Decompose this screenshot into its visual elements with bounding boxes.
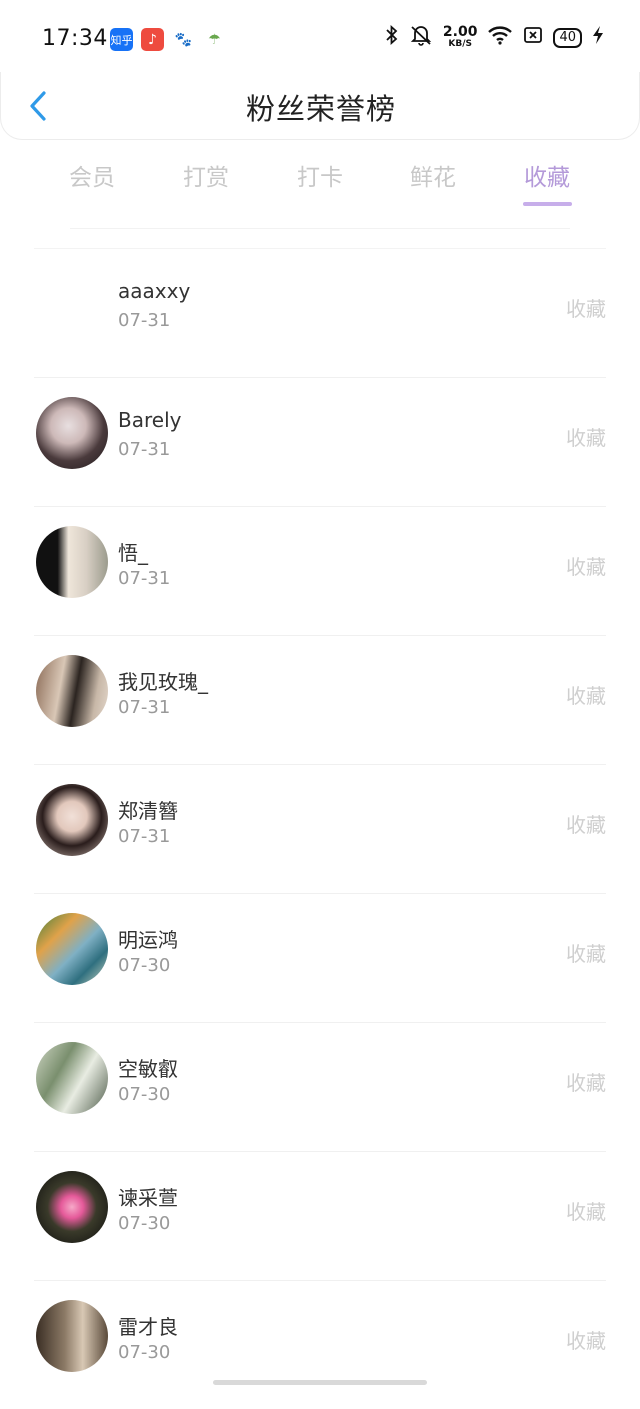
fan-date: 07-30 [118,1213,171,1234]
fan-date: 07-31 [118,697,171,718]
tab-flowers[interactable]: 鲜花 [383,158,483,192]
fan-date: 07-31 [118,439,171,460]
avatar [36,655,108,727]
fan-date: 07-31 [118,826,171,847]
tab-reward[interactable]: 打赏 [156,158,256,192]
list-item[interactable]: aaaxxy 07-31 收藏 [34,248,606,377]
fan-date: 07-31 [118,568,171,589]
favorite-label: 收藏 [566,555,606,579]
avatar [36,397,108,469]
fan-name: Barely [118,408,182,432]
fan-date: 07-31 [118,310,171,331]
fan-name: 雷才良 [118,1315,178,1339]
fan-name: 郑清簪 [118,799,178,823]
net-speed-unit: KB/S [448,38,472,49]
favorite-label: 收藏 [566,813,606,837]
nav-header: 粉丝荣誉榜 [0,72,640,140]
fan-name: 谏采萱 [118,1186,178,1210]
favorite-label: 收藏 [566,1329,606,1353]
net-speed: 2.00 KB/S [442,23,478,50]
fan-date: 07-30 [118,1084,171,1105]
tab-bar: 会员 打赏 打卡 鲜花 收藏 [0,158,640,208]
tab-member[interactable]: 会员 [42,158,142,192]
bluetooth-icon [385,24,399,50]
fan-name: 我见玫瑰_ [118,670,208,694]
fan-name: 明运鸿 [118,928,178,952]
tab-favorites[interactable]: 收藏 [497,158,597,192]
favorite-label: 收藏 [566,297,606,321]
home-indicator[interactable] [213,1380,427,1385]
status-time: 17:34 [42,26,108,51]
list-item[interactable]: 郑清簪 07-31 收藏 [34,764,606,893]
favorite-label: 收藏 [566,1071,606,1095]
no-sim-icon [523,26,543,49]
status-bar: 17:34 知乎 ♪ 🐾 ☂ 2.00 KB/S 40 [0,0,640,78]
favorite-label: 收藏 [566,942,606,966]
list-item[interactable]: 明运鸿 07-30 收藏 [34,893,606,1022]
battery-indicator: 40 [553,27,582,48]
fan-name: 空敏叡 [118,1057,178,1081]
zhihu-icon: 知乎 [110,28,133,51]
net-speed-value: 2.00 [442,23,478,40]
list-item[interactable]: 悟_ 07-31 收藏 [34,506,606,635]
avatar [36,268,108,340]
status-indicators: 2.00 KB/S 40 [385,24,604,51]
music-icon: ♪ [141,28,164,51]
avatar [36,1042,108,1114]
fan-name: 悟_ [118,541,148,565]
tab-checkin[interactable]: 打卡 [270,158,370,192]
fan-list: aaaxxy 07-31 收藏 Barely 07-31 收藏 悟_ 07-31… [0,248,640,1409]
list-item[interactable]: 空敏叡 07-30 收藏 [34,1022,606,1151]
list-item[interactable]: 雷才良 07-30 收藏 [34,1280,606,1409]
list-item[interactable]: Barely 07-31 收藏 [34,377,606,506]
divider [70,228,570,229]
wifi-icon [487,25,513,50]
fan-date: 07-30 [118,955,171,976]
favorite-label: 收藏 [566,1200,606,1224]
avatar [36,1171,108,1243]
avatar [36,526,108,598]
avatar [36,1300,108,1372]
avatar [36,784,108,856]
assistant-icon: ☂ [203,28,226,51]
page-title: 粉丝荣誉榜 [245,92,396,126]
favorite-label: 收藏 [566,426,606,450]
baidu-icon: 🐾 [172,28,195,51]
fan-date: 07-30 [118,1342,171,1363]
active-tab-indicator [523,202,572,206]
avatar [36,913,108,985]
favorite-label: 收藏 [566,684,606,708]
list-item[interactable]: 谏采萱 07-30 收藏 [34,1151,606,1280]
status-app-icons: 知乎 ♪ 🐾 ☂ [110,28,226,51]
mute-bell-icon [409,24,433,51]
charging-icon [592,25,604,50]
fan-name: aaaxxy [118,279,191,303]
list-item[interactable]: 我见玫瑰_ 07-31 收藏 [34,635,606,764]
